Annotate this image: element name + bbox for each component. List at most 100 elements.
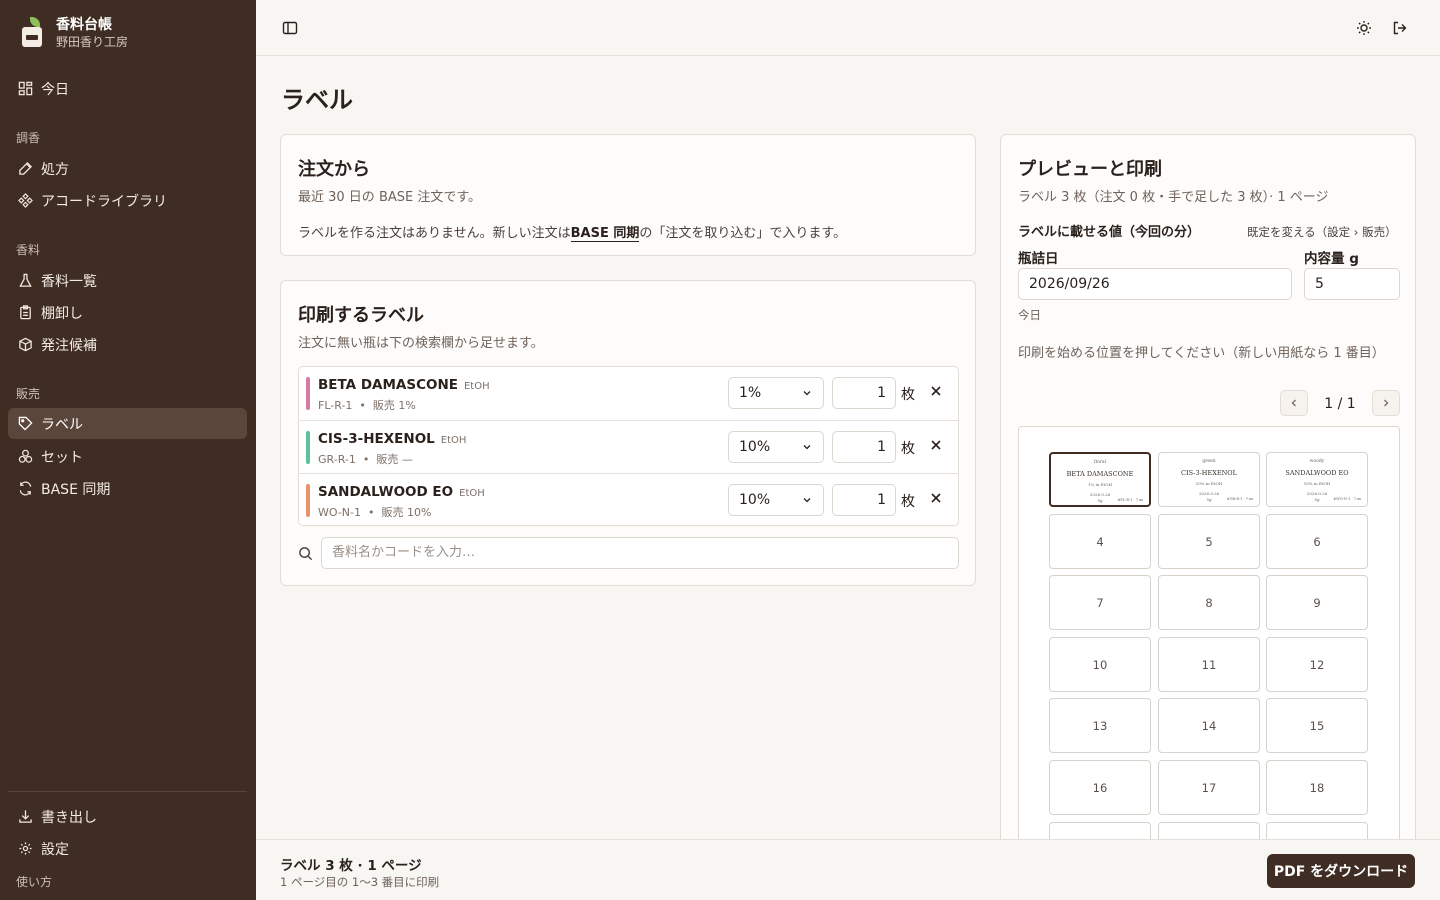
- sidebar-item-label: 処方: [41, 161, 69, 178]
- sidebar-item-help[interactable]: 使い方: [16, 873, 52, 890]
- sidebar-item-materials[interactable]: 香料一覧: [8, 265, 247, 296]
- app-logo-icon: [20, 17, 44, 49]
- label-cell[interactable]: 12: [1266, 637, 1368, 692]
- orders-title: 注文から: [298, 159, 370, 180]
- label-cell[interactable]: 11: [1158, 637, 1260, 692]
- orders-empty-message: ラベルを作る注文はありません。新しい注文はBASE 同期の「注文を取り込む」で入…: [298, 222, 846, 242]
- label-cell-filled[interactable]: green CIS-3-HEXENOL 10% in EtOH 2026.9.2…: [1158, 452, 1260, 507]
- concentration-select[interactable]: 10%: [728, 484, 824, 516]
- label-cell-filled[interactable]: woody SANDALWOOD EO 10% in EtOH 2026.9.2…: [1266, 452, 1368, 507]
- concentration-select[interactable]: 10%: [728, 431, 824, 463]
- flask-icon: [17, 273, 33, 289]
- search-icon: [299, 547, 313, 561]
- material-name: BETA DAMASCONE EtOH: [318, 377, 490, 393]
- unit-label: 枚: [901, 441, 915, 457]
- mini-family: woody: [1309, 459, 1325, 464]
- label-values-heading: ラベルに載せる値（今回の分）: [1018, 225, 1201, 240]
- label-cell[interactable]: 13: [1049, 698, 1151, 753]
- label-cell[interactable]: 18: [1266, 760, 1368, 815]
- label-cell[interactable]: 14: [1158, 698, 1260, 753]
- sidebar-item-export[interactable]: 書き出し: [8, 801, 247, 832]
- label-cell[interactable]: 7: [1049, 575, 1151, 630]
- logout-icon[interactable]: [1388, 16, 1412, 40]
- topbar: [256, 0, 1440, 56]
- remove-icon[interactable]: [928, 490, 944, 506]
- mini-sub: 10% in EtOH: [1195, 481, 1223, 486]
- material-name: SANDALWOOD EO EtOH: [318, 484, 485, 500]
- sale-info: 販売 10%: [381, 506, 432, 519]
- bottling-date-input[interactable]: 2026/09/26: [1018, 268, 1292, 300]
- tag-icon: [17, 416, 33, 432]
- material-code: WO-N-1: [318, 506, 362, 519]
- label-cell[interactable]: 15: [1266, 698, 1368, 753]
- print-labels-card: 印刷するラベル 注文に無い瓶は下の検索欄から足せます。 BETA DAMASCO…: [280, 280, 976, 586]
- label-cell[interactable]: 16: [1049, 760, 1151, 815]
- footer-bar: ラベル 3 枚 · 1 ページ 1 ページ目の 1〜3 番目に印刷 PDF をダ…: [256, 839, 1440, 900]
- solvent-tag: EtOH: [440, 435, 467, 446]
- material-code: FL-R-1: [318, 399, 353, 412]
- material-meta: FL-R-1 • 販売 1%: [318, 399, 416, 412]
- change-defaults-link[interactable]: 既定を変える（設定 › 販売）: [1247, 224, 1397, 240]
- remove-icon[interactable]: [928, 383, 944, 399]
- sidebar-item-settings[interactable]: 設定: [8, 833, 247, 864]
- label-cell[interactable]: 5: [1158, 514, 1260, 569]
- mini-name: CIS-3-HEXENOL: [1181, 469, 1237, 477]
- sidebar-item-label: 今日: [41, 81, 69, 98]
- material-name: CIS-3-HEXENOL EtOH: [318, 431, 466, 447]
- label-sheet-preview: floral BETA DAMASCONE 1% in EtOH 2026.9.…: [1018, 426, 1400, 846]
- volume-label: 内容量 g: [1304, 251, 1359, 267]
- label-cell[interactable]: 10: [1049, 637, 1151, 692]
- label-cell[interactable]: 17: [1158, 760, 1260, 815]
- list-item: SANDALWOOD EO EtOH WO-N-1 • 販売 10% 10% 1 …: [298, 473, 959, 526]
- download-pdf-button[interactable]: PDF をダウンロード: [1267, 854, 1415, 888]
- sidebar-item-label: セット: [41, 449, 83, 466]
- next-page-button[interactable]: [1372, 390, 1400, 416]
- label-cell[interactable]: 6: [1266, 514, 1368, 569]
- chevron-down-icon: [803, 445, 811, 450]
- today-hint[interactable]: 今日: [1018, 307, 1041, 323]
- label-cell[interactable]: 9: [1266, 575, 1368, 630]
- sidebar-item-base-sync[interactable]: BASE 同期: [8, 473, 247, 504]
- sidebar-item-label: アコードライブラリ: [41, 193, 167, 210]
- concentration-value: 10%: [739, 439, 771, 455]
- concentration-value: 10%: [739, 492, 771, 508]
- gear-icon: [17, 841, 33, 857]
- sidebar-item-label: 書き出し: [41, 809, 97, 826]
- print-labels-title: 印刷するラベル: [298, 305, 424, 326]
- quantity-input[interactable]: 1: [832, 484, 896, 516]
- sidebar-item-reorder[interactable]: 発注候補: [8, 329, 247, 360]
- label-cell-filled[interactable]: floral BETA DAMASCONE 1% in EtOH 2026.9.…: [1049, 452, 1151, 507]
- sidebar-item-formulas[interactable]: 処方: [8, 153, 247, 184]
- mini-sub: 1% in EtOH: [1087, 482, 1113, 487]
- sidebar-divider: [8, 791, 247, 792]
- label-cell[interactable]: 4: [1049, 514, 1151, 569]
- quantity-input[interactable]: 1: [832, 377, 896, 409]
- concentration-select[interactable]: 1%: [728, 377, 824, 409]
- sidebar-item-labels[interactable]: ラベル: [8, 408, 247, 439]
- material-meta: WO-N-1 • 販売 10%: [318, 506, 432, 519]
- sidebar-toggle-icon[interactable]: [278, 16, 302, 40]
- material-name-text: SANDALWOOD EO: [318, 484, 454, 500]
- base-sync-link[interactable]: BASE 同期: [570, 226, 640, 242]
- list-item: CIS-3-HEXENOL EtOH GR-R-1 • 販売 — 10% 1 枚: [298, 420, 959, 473]
- sidebar-item-today[interactable]: 今日: [8, 73, 247, 104]
- family-swatch: [306, 431, 310, 464]
- mini-sub: 10% in EtOH: [1303, 481, 1331, 486]
- sidebar-item-accord-library[interactable]: アコードライブラリ: [8, 185, 247, 216]
- label-cell[interactable]: 8: [1158, 575, 1260, 630]
- print-labels-subtitle: 注文に無い瓶は下の検索欄から足せます。: [298, 336, 544, 351]
- preview-title: プレビューと印刷: [1018, 159, 1162, 180]
- theme-toggle-icon[interactable]: [1352, 16, 1376, 40]
- quantity-input[interactable]: 1: [832, 431, 896, 463]
- material-name-text: BETA DAMASCONE: [318, 377, 458, 393]
- footer-summary: ラベル 3 枚 · 1 ページ: [280, 858, 422, 874]
- sidebar-item-stocktake[interactable]: 棚卸し: [8, 297, 247, 328]
- solvent-tag: EtOH: [463, 381, 490, 392]
- chevron-down-icon: [803, 498, 811, 503]
- remove-icon[interactable]: [928, 437, 944, 453]
- prev-page-button[interactable]: [1280, 390, 1308, 416]
- list-item: BETA DAMASCONE EtOH FL-R-1 • 販売 1% 1% 1 枚: [298, 367, 959, 420]
- volume-input[interactable]: 5: [1304, 268, 1400, 300]
- search-input[interactable]: 香料名かコードを入力…: [321, 537, 959, 569]
- sidebar-item-sets[interactable]: セット: [8, 441, 247, 472]
